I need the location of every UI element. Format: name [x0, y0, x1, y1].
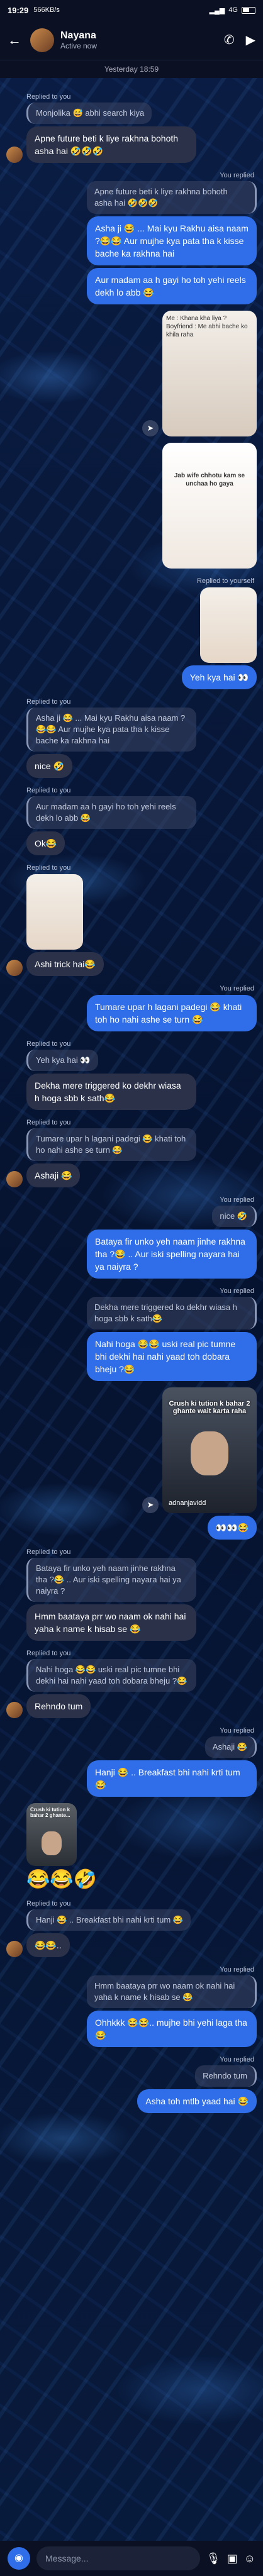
reply-label: Replied to you — [26, 698, 71, 706]
quoted-message[interactable]: Tumare upar h lagani padegi 😂 khati toh … — [26, 1128, 196, 1161]
shared-video[interactable]: Crush ki tution k bahar 2 ghante wait ka… — [162, 1387, 257, 1513]
reply-label: You replied — [220, 1727, 254, 1735]
quoted-message[interactable]: Hanji 😂 .. Breakfast bhi nahi krti tum 😂 — [26, 1909, 191, 1931]
message-feed[interactable]: Replied to you Monjolika 😅 abhi search k… — [0, 78, 263, 2518]
quoted-message[interactable]: Aur madam aa h gayi ho toh yehi reels de… — [26, 796, 196, 829]
avatar[interactable] — [6, 1171, 23, 1187]
quoted-message[interactable]: Monjolika 😅 abhi search kiya — [26, 103, 152, 124]
video-username: adnanjavidd — [169, 1499, 206, 1507]
quoted-message[interactable]: Asha ji 😂 ... Mai kyu Rakhu aisa naam ? … — [26, 708, 196, 752]
reply-label: Replied to you — [26, 1650, 71, 1657]
signal-icon: ▂▄▆ — [209, 6, 225, 14]
received-message[interactable]: Ashi trick hai😂 — [26, 952, 104, 976]
date-separator: Yesterday 18:59 — [0, 60, 263, 78]
contact-name: Nayana — [60, 30, 96, 41]
reply-label: Replied to you — [26, 1040, 71, 1048]
back-arrow-icon[interactable]: ← — [8, 32, 25, 48]
reel-caption: Me : Khana kha liya ? Boyfriend : Me abh… — [166, 315, 248, 338]
video-face — [42, 1831, 62, 1855]
quoted-image[interactable] — [26, 874, 83, 950]
camera-icon[interactable]: ◉ — [8, 2547, 30, 2570]
received-message[interactable]: Dekha mere triggered ko dekhr wiasa h ho… — [26, 1074, 196, 1110]
reply-label: Replied to you — [26, 1900, 71, 1907]
video-caption: Crush ki tution k bahar 2 ghante wait ka… — [169, 1400, 250, 1415]
sent-message[interactable]: Nahi hoga 😂😂 uski real pic tumne bhi dek… — [87, 1332, 257, 1381]
message-input[interactable]: Message... — [36, 2546, 200, 2570]
reply-label: Replied to you — [26, 93, 71, 101]
avatar[interactable] — [6, 1941, 23, 1957]
avatar[interactable] — [30, 28, 54, 52]
sent-message[interactable]: Yeh kya hai 👀 — [181, 665, 257, 689]
network-label: 4G — [228, 6, 238, 14]
reply-label: You replied — [220, 1196, 254, 1204]
status-speed: 566KB/s — [33, 6, 60, 14]
meme-image[interactable]: Jab wife chhotu kam se unchaa ho gaya — [162, 443, 257, 569]
phone-icon[interactable]: ✆ — [224, 32, 235, 48]
share-icon[interactable]: ➤ — [142, 420, 159, 436]
shared-video-small[interactable]: Crush ki tution k bahar 2 ghante... — [26, 1803, 77, 1866]
sent-message[interactable]: Tumare upar h lagani padegi 😂 khati toh … — [87, 995, 257, 1031]
message-composer: ◉ Message... 🎙 ▣ ☺ — [0, 2541, 263, 2576]
emoji-message[interactable]: 😂😂🤣 — [26, 1868, 97, 1891]
sent-message[interactable]: Asha toh mtlb yaad hai 😂 — [137, 2089, 257, 2113]
reply-label: You replied — [220, 985, 254, 992]
reply-label: Replied to you — [26, 864, 71, 872]
sent-message[interactable]: Ohhkkk 😂😂.. mujhe bhi yehi laga tha 😂 — [87, 2011, 257, 2047]
quoted-message[interactable]: Hmm baataya prr wo naam ok nahi hai yaha… — [87, 1975, 257, 2008]
status-time: 19:29 — [8, 5, 29, 15]
share-icon[interactable]: ➤ — [142, 1497, 159, 1513]
video-call-icon[interactable]: ▶ — [246, 32, 255, 48]
quoted-message[interactable]: Bataya fir unko yeh naam jinhe rakhna th… — [26, 1558, 196, 1602]
quoted-message[interactable]: Yeh kya hai 👀 — [26, 1050, 98, 1071]
quoted-message[interactable]: nice 🤣 — [212, 1206, 257, 1227]
sent-message[interactable]: Asha ji 😂 ... Mai kyu Rakhu aisa naam ?😂… — [87, 216, 257, 265]
sent-message[interactable]: 👀👀😂 — [207, 1516, 257, 1540]
received-message[interactable]: Hmm baataya prr wo naam ok nahi hai yaha… — [26, 1604, 196, 1641]
received-message[interactable]: Ok😂 — [26, 831, 65, 855]
reply-label: Replied to you — [26, 1119, 71, 1126]
reply-label: You replied — [220, 1287, 254, 1295]
received-message[interactable]: Rehndo tum — [26, 1694, 91, 1718]
quoted-message[interactable]: Nahi hoga 😂😂 uski real pic tumne bhi dek… — [26, 1659, 196, 1692]
reply-label: You replied — [220, 1966, 254, 1974]
reply-label: You replied — [220, 172, 254, 179]
sent-message[interactable]: Hanji 😂 .. Breakfast bhi nahi krti tum 😂 — [87, 1760, 257, 1797]
status-bar: 19:29 566KB/s ▂▄▆ 4G — [0, 0, 263, 20]
reply-label: Replied to yourself — [196, 577, 254, 585]
quoted-message[interactable]: Rehndo tum — [195, 2065, 257, 2087]
received-message[interactable]: 😂😂.. — [26, 1933, 70, 1957]
sent-message[interactable]: Aur madam aa h gayi ho toh yehi reels de… — [87, 268, 257, 304]
avatar[interactable] — [6, 1702, 23, 1718]
sticker-icon[interactable]: ☺ — [244, 2552, 255, 2565]
contact-status: Active now — [60, 41, 98, 50]
quoted-message[interactable]: Apne future beti k liye rakhna bohoth as… — [87, 181, 257, 214]
quoted-message[interactable]: Ashaji 😂 — [204, 1736, 257, 1758]
sent-message[interactable]: Bataya fir unko yeh naam jinhe rakhna th… — [87, 1230, 257, 1279]
contact-info[interactable]: Nayana Active now — [60, 30, 97, 50]
video-face — [191, 1431, 228, 1475]
reply-label: Replied to you — [26, 787, 71, 794]
mic-icon[interactable]: 🎙 — [206, 2552, 221, 2565]
reel-thumbnail[interactable]: Me : Khana kha liya ? Boyfriend : Me abh… — [162, 311, 257, 436]
avatar[interactable] — [6, 960, 23, 976]
battery-icon — [242, 6, 255, 14]
chat-header: ← Nayana Active now ✆ ▶ — [0, 20, 263, 60]
received-message[interactable]: Ashaji 😂 — [26, 1163, 81, 1187]
video-caption: Crush ki tution k bahar 2 ghante... — [30, 1807, 70, 1818]
reply-label: Replied to you — [26, 1548, 71, 1556]
quoted-message[interactable]: Dekha mere triggered ko dekhr wiasa h ho… — [87, 1297, 257, 1330]
received-message[interactable]: nice 🤣 — [26, 754, 73, 778]
received-message[interactable]: Apne future beti k liye rakhna bohoth as… — [26, 126, 196, 163]
reply-label: You replied — [220, 2056, 254, 2063]
avatar[interactable] — [6, 147, 23, 163]
quoted-image[interactable] — [200, 587, 257, 663]
meme-caption: Jab wife chhotu kam se unchaa ho gaya — [174, 472, 245, 487]
gallery-icon[interactable]: ▣ — [227, 2552, 238, 2565]
